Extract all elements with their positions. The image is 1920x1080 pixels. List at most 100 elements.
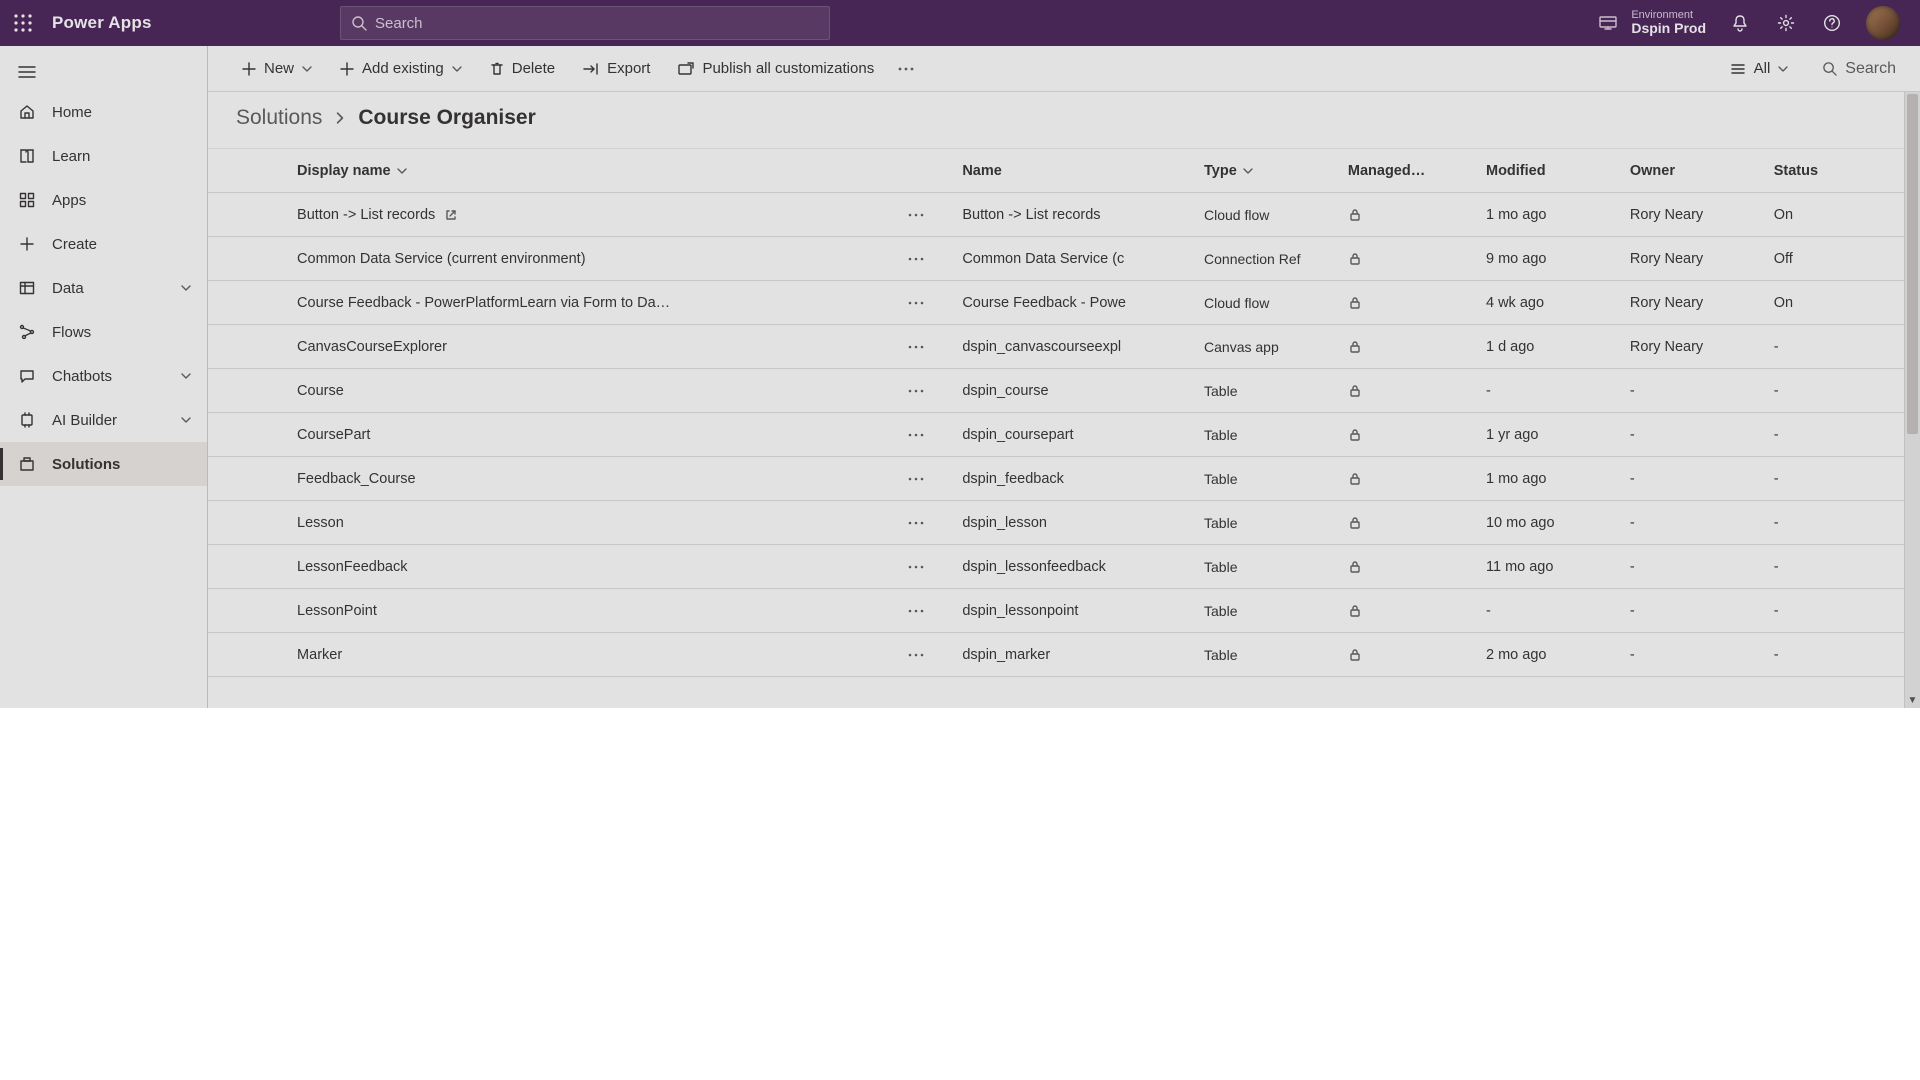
row-more-button[interactable] <box>893 237 938 280</box>
help-icon[interactable] <box>1820 11 1844 35</box>
nav-flows[interactable]: Flows <box>0 310 207 354</box>
waffle-icon[interactable] <box>8 8 38 38</box>
nav-aibuilder[interactable]: AI Builder <box>0 398 207 442</box>
table-row[interactable]: LessonFeedbackdspin_lessonfeedbackTable1… <box>208 545 1920 589</box>
environment-picker[interactable]: Environment Dspin Prod <box>1597 9 1706 36</box>
table-row[interactable]: LessonPointdspin_lessonpointTable--- <box>208 589 1920 633</box>
unmanaged-lock-icon <box>1336 413 1474 457</box>
row-more-button[interactable] <box>893 589 938 632</box>
grid-search[interactable]: Search <box>1822 60 1896 78</box>
row-more-button[interactable] <box>893 501 938 544</box>
settings-icon[interactable] <box>1774 11 1798 35</box>
row-display-name[interactable]: Marker <box>297 647 342 663</box>
row-status: On <box>1762 281 1920 325</box>
row-display-name[interactable]: Feedback_Course <box>297 471 416 487</box>
row-name: dspin_lessonfeedback <box>950 545 1192 589</box>
row-display-name[interactable]: Button -> List records <box>297 207 457 223</box>
unmanaged-lock-icon <box>1336 457 1474 501</box>
row-modified: 2 mo ago <box>1474 633 1618 677</box>
row-name: dspin_marker <box>950 633 1192 677</box>
add-existing-button[interactable]: Add existing <box>330 51 472 87</box>
col-display-name[interactable]: Display name <box>297 163 407 179</box>
row-status: - <box>1762 325 1920 369</box>
row-owner: - <box>1618 545 1762 589</box>
row-more-button[interactable] <box>893 369 938 412</box>
row-more-button[interactable] <box>893 325 938 368</box>
row-more-button[interactable] <box>893 457 938 500</box>
nav-collapse-button[interactable] <box>0 54 207 90</box>
row-more-button[interactable] <box>893 545 938 588</box>
row-more-button[interactable] <box>893 633 938 676</box>
row-display-name[interactable]: LessonFeedback <box>297 559 407 575</box>
table-row[interactable]: CoursePartdspin_coursepartTable1 yr ago-… <box>208 413 1920 457</box>
row-type: Table <box>1192 413 1336 457</box>
suite-search-input[interactable] <box>375 15 819 32</box>
nav-solutions-label: Solutions <box>52 456 120 473</box>
table-row[interactable]: Coursedspin_courseTable--- <box>208 369 1920 413</box>
col-type[interactable]: Type <box>1204 163 1253 179</box>
row-display-name[interactable]: Common Data Service (current environment… <box>297 251 586 267</box>
solution-icon <box>18 455 36 473</box>
publish-button[interactable]: Publish all customizations <box>668 51 884 87</box>
col-modified[interactable]: Modified <box>1486 163 1546 179</box>
row-more-button[interactable] <box>893 413 938 456</box>
row-type: Cloud flow <box>1192 193 1336 237</box>
table-row[interactable]: Course Feedback - PowerPlatformLearn via… <box>208 281 1920 325</box>
col-managed[interactable]: Managed… <box>1348 163 1425 179</box>
nav-home[interactable]: Home <box>0 90 207 134</box>
table-row[interactable]: Button -> List records Button -> List re… <box>208 193 1920 237</box>
more-commands-button[interactable] <box>892 51 920 87</box>
scroll-thumb[interactable] <box>1907 94 1918 434</box>
row-modified: 1 mo ago <box>1474 193 1618 237</box>
breadcrumb-parent[interactable]: Solutions <box>236 106 322 130</box>
notifications-icon[interactable] <box>1728 11 1752 35</box>
nav-learn[interactable]: Learn <box>0 134 207 178</box>
table-row[interactable]: Common Data Service (current environment… <box>208 237 1920 281</box>
scroll-down-icon[interactable]: ▼ <box>1905 692 1920 708</box>
open-external-icon[interactable] <box>445 209 457 221</box>
row-display-name[interactable]: LessonPoint <box>297 603 377 619</box>
suite-search[interactable] <box>340 6 830 40</box>
export-button[interactable]: Export <box>573 51 660 87</box>
col-owner[interactable]: Owner <box>1630 163 1675 179</box>
row-owner: - <box>1618 589 1762 633</box>
plus-icon <box>18 235 36 253</box>
row-owner: Rory Neary <box>1618 193 1762 237</box>
unmanaged-lock-icon <box>1336 589 1474 633</box>
row-display-name[interactable]: CoursePart <box>297 427 370 443</box>
export-label: Export <box>607 60 650 77</box>
view-filter-button[interactable]: All <box>1720 51 1799 87</box>
table-row[interactable]: Feedback_Coursedspin_feedbackTable1 mo a… <box>208 457 1920 501</box>
row-display-name[interactable]: Course <box>297 383 344 399</box>
row-display-name[interactable]: Course Feedback - PowerPlatformLearn via… <box>297 295 670 311</box>
row-owner: Rory Neary <box>1618 325 1762 369</box>
row-status: - <box>1762 413 1920 457</box>
unmanaged-lock-icon <box>1336 501 1474 545</box>
row-more-button[interactable] <box>893 281 938 324</box>
chevron-down-icon <box>452 64 462 74</box>
nav-data[interactable]: Data <box>0 266 207 310</box>
book-icon <box>18 147 36 165</box>
nav-solutions[interactable]: Solutions <box>0 442 207 486</box>
app-name[interactable]: Power Apps <box>52 13 152 33</box>
unmanaged-lock-icon <box>1336 633 1474 677</box>
nav-create[interactable]: Create <box>0 222 207 266</box>
vertical-scrollbar[interactable]: ▲ ▼ <box>1904 92 1920 708</box>
nav-chatbots[interactable]: Chatbots <box>0 354 207 398</box>
breadcrumb: Solutions Course Organiser <box>208 92 1920 148</box>
user-avatar[interactable] <box>1866 6 1900 40</box>
table-row[interactable]: CanvasCourseExplorerdspin_canvascourseex… <box>208 325 1920 369</box>
row-display-name[interactable]: CanvasCourseExplorer <box>297 339 447 355</box>
table-row[interactable]: Lessondspin_lessonTable10 mo ago-- <box>208 501 1920 545</box>
chevron-down-icon <box>397 166 407 176</box>
table-row[interactable]: Markerdspin_markerTable2 mo ago-- <box>208 633 1920 677</box>
data-grid: Display name Name Type Managed… Modified… <box>208 148 1920 708</box>
delete-button[interactable]: Delete <box>480 51 565 87</box>
nav-apps[interactable]: Apps <box>0 178 207 222</box>
new-button[interactable]: New <box>232 51 322 87</box>
col-status[interactable]: Status <box>1774 163 1818 179</box>
row-more-button[interactable] <box>893 193 938 236</box>
col-name[interactable]: Name <box>962 163 1002 179</box>
row-display-name[interactable]: Lesson <box>297 515 344 531</box>
row-modified: - <box>1474 369 1618 413</box>
